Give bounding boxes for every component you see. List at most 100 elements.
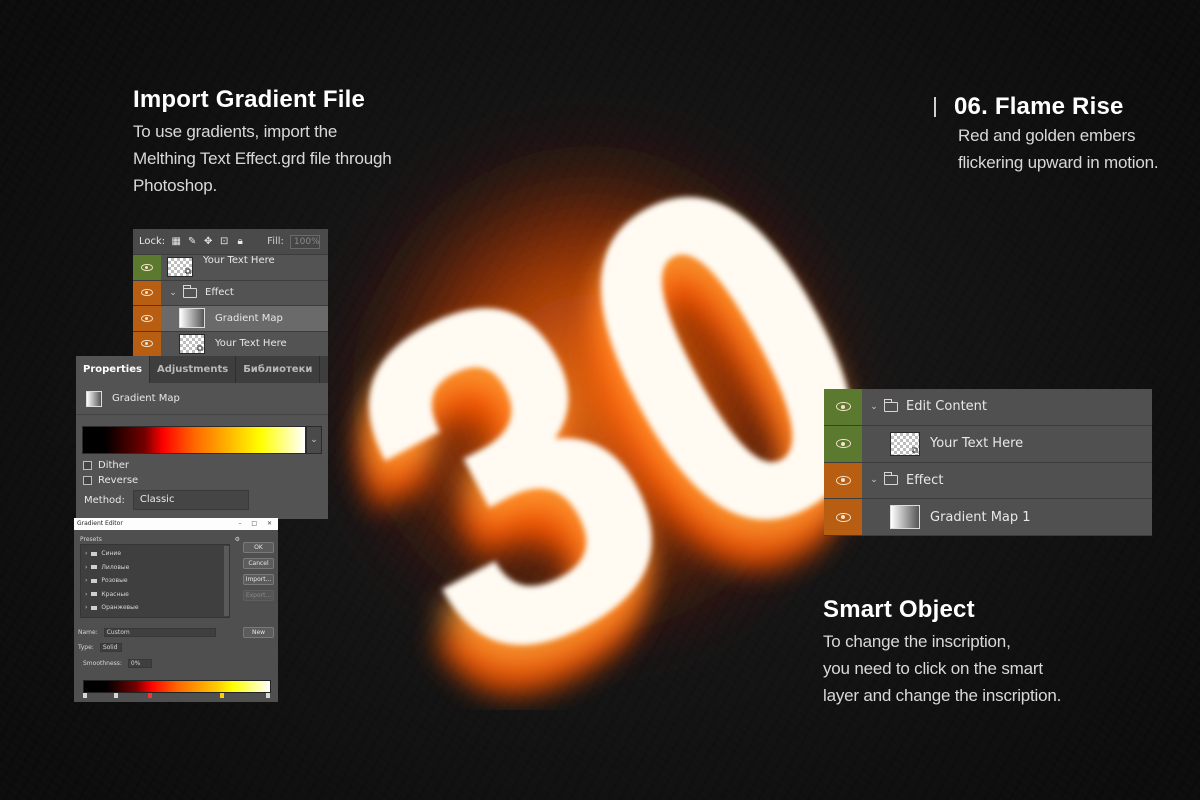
brush-lock-icon[interactable]: ✎ xyxy=(187,236,197,247)
layers-panel-right: ⌄ Edit Content Your Text Here ⌄ Effect Gradie… xyxy=(824,389,1152,536)
layer-row[interactable]: ⌄ Effect xyxy=(824,462,1152,500)
import-button[interactable]: Import... xyxy=(243,574,274,585)
layer-list: Your Text Here ⌄ Effect Gradient Map Your Te… xyxy=(133,255,328,357)
smoothness-input[interactable]: 0% xyxy=(127,659,152,668)
layer-row[interactable]: Gradient Map xyxy=(133,306,328,332)
smart-object-thumbnail-icon xyxy=(179,333,205,354)
method-select[interactable]: Classic xyxy=(132,490,249,510)
tab-libraries[interactable]: Библиотеки xyxy=(236,356,321,383)
visibility-toggle[interactable] xyxy=(133,331,161,356)
color-stop-handle[interactable] xyxy=(266,693,270,698)
layer-name: Effect xyxy=(906,472,944,488)
color-stop-handle[interactable] xyxy=(83,693,87,698)
list-item[interactable]: › Лиловые xyxy=(81,561,229,575)
new-button[interactable]: New xyxy=(243,627,274,638)
layer-row[interactable]: ⌄ Effect xyxy=(133,280,328,306)
padlock-icon[interactable]: 🔒︎ xyxy=(235,236,245,247)
smart-desc-line: To change the inscription, xyxy=(823,632,1011,651)
folder-icon xyxy=(91,578,98,583)
smart-object-title: Smart Object xyxy=(823,596,975,623)
checkbox-box[interactable] xyxy=(83,476,92,485)
gradient-map-icon xyxy=(179,308,205,329)
visibility-toggle[interactable] xyxy=(133,255,161,280)
name-label: Name: xyxy=(78,629,98,636)
adjustment-name: Gradient Map xyxy=(112,393,180,404)
properties-panel: Properties Adjustments Библиотеки Gradie… xyxy=(76,356,328,519)
list-item[interactable]: › Розовые xyxy=(81,574,229,588)
layer-row[interactable]: Your Text Here xyxy=(133,331,328,357)
visibility-toggle[interactable] xyxy=(824,425,862,462)
visibility-toggle[interactable] xyxy=(824,389,862,425)
layer-name: Gradient Map 1 xyxy=(930,509,1031,525)
layer-list: ⌄ Edit Content Your Text Here ⌄ Effect Gradie… xyxy=(824,389,1152,536)
gradient-dropdown-chevron-icon[interactable]: ⌄ xyxy=(306,426,322,454)
reverse-checkbox[interactable]: Reverse xyxy=(83,475,138,486)
folder-icon xyxy=(883,398,898,412)
color-stop-handle[interactable] xyxy=(220,693,224,698)
gradient-map-icon xyxy=(86,390,102,407)
title-divider-bar xyxy=(934,97,936,117)
layer-name: Effect xyxy=(205,287,234,299)
visibility-toggle[interactable] xyxy=(133,280,161,305)
layer-row[interactable]: Your Text Here xyxy=(133,255,328,281)
list-item[interactable]: › Красные xyxy=(81,588,229,602)
folder-name: Розовые xyxy=(101,577,128,585)
artboard-lock-icon[interactable]: ⊡ xyxy=(219,236,229,247)
list-item[interactable]: › Оранжевые xyxy=(81,601,229,615)
layer-row[interactable]: Your Text Here xyxy=(824,425,1152,463)
layers-panel-small: Lock: ▦ ✎ ✥ ⊡ 🔒︎ Fill: 100% Your Text He… xyxy=(133,229,328,357)
folder-icon xyxy=(91,592,98,597)
cancel-button[interactable]: Cancel xyxy=(243,558,274,569)
lock-bar: Lock: ▦ ✎ ✥ ⊡ 🔒︎ Fill: 100% xyxy=(133,229,328,255)
import-gradient-description: To use gradients, import the Melthing Te… xyxy=(133,118,392,199)
layer-row[interactable]: Gradient Map 1 xyxy=(824,499,1152,536)
move-lock-icon[interactable]: ✥ xyxy=(203,236,213,247)
layer-name: Your Text Here xyxy=(930,436,1024,452)
lock-label: Lock: xyxy=(139,236,166,247)
chevron-down-icon[interactable]: ⌄ xyxy=(868,475,880,485)
presets-header: Presets ⚙ xyxy=(80,536,240,543)
gear-icon[interactable]: ⚙ xyxy=(235,536,240,543)
smoothness-label: Smoothness: xyxy=(83,660,122,667)
checkbox-box[interactable] xyxy=(83,461,92,470)
visibility-toggle[interactable] xyxy=(824,462,862,499)
chevron-down-icon[interactable]: ⌄ xyxy=(868,402,880,412)
folder-name: Красные xyxy=(101,590,129,598)
chevron-right-icon: › xyxy=(85,563,88,571)
smart-object-description: To change the inscription, you need to c… xyxy=(823,628,1061,709)
eye-icon xyxy=(141,289,153,297)
chevron-right-icon: › xyxy=(85,577,88,585)
folder-icon xyxy=(182,284,197,298)
window-controls[interactable]: – □ ✕ xyxy=(238,518,278,530)
list-item[interactable]: › Синие xyxy=(81,547,229,561)
name-field[interactable]: Custom xyxy=(103,628,216,637)
folder-name: Оранжевые xyxy=(101,604,139,612)
eye-icon xyxy=(141,314,153,322)
layer-row[interactable]: ⌄ Edit Content xyxy=(824,389,1152,426)
smart-object-thumbnail-icon xyxy=(890,431,920,456)
presets-list: › Синие › Лиловые › Розовые › Красные › Оранж… xyxy=(80,544,230,618)
checkerboard-lock-icon[interactable]: ▦ xyxy=(171,236,181,247)
chevron-down-icon[interactable]: ⌄ xyxy=(167,288,179,298)
adjustment-header: Gradient Map xyxy=(76,383,328,415)
export-button[interactable]: Export... xyxy=(243,590,274,601)
fill-input[interactable]: 100% xyxy=(289,234,320,249)
type-select[interactable]: Solid xyxy=(99,643,122,652)
name-row: Name: Custom xyxy=(78,628,216,637)
tab-adjustments[interactable]: Adjustments xyxy=(150,356,237,383)
color-stop-handle[interactable] xyxy=(148,693,152,698)
method-row: Method: Classic xyxy=(84,490,249,510)
visibility-toggle[interactable] xyxy=(133,306,161,331)
tab-properties[interactable]: Properties xyxy=(76,356,150,383)
visibility-toggle[interactable] xyxy=(824,499,862,535)
dither-checkbox[interactable]: Dither xyxy=(83,460,129,471)
ok-button[interactable]: OK xyxy=(243,542,274,553)
gradient-preview-bar[interactable] xyxy=(82,426,306,454)
color-stop-handle[interactable] xyxy=(114,693,118,698)
layer-name: Your Text Here xyxy=(203,254,275,266)
gradient-edit-bar[interactable] xyxy=(83,680,271,693)
reverse-label: Reverse xyxy=(98,475,139,486)
list-scrollbar[interactable] xyxy=(224,546,229,616)
type-label: Type: xyxy=(78,644,94,651)
layer-name: Edit Content xyxy=(906,399,988,415)
